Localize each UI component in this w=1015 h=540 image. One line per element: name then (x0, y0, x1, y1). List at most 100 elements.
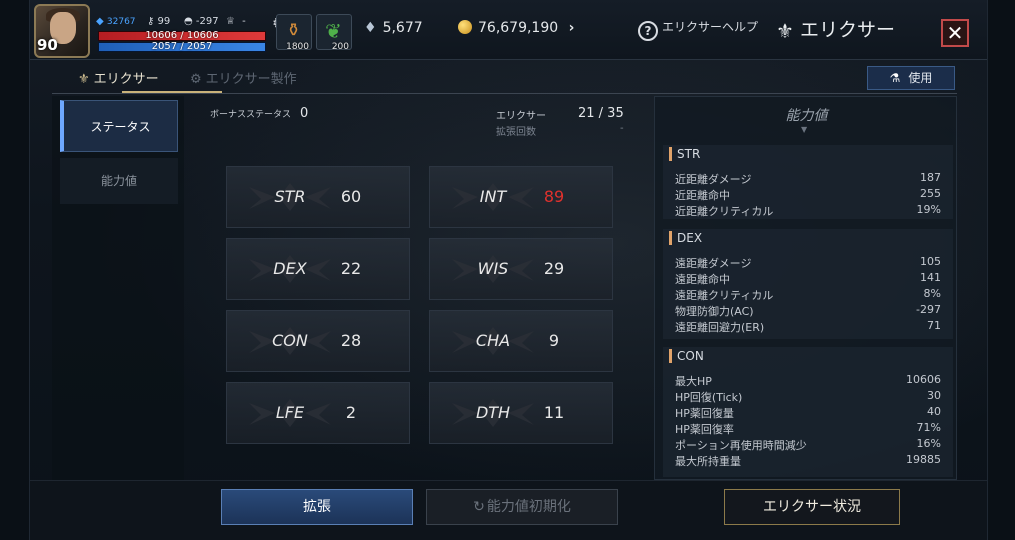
stat-box-wis[interactable]: WIS 29 (429, 238, 613, 300)
ability-value: 16% (916, 437, 941, 450)
stat-name: CHA (475, 331, 511, 350)
bonus-status-value: 0 (300, 106, 309, 121)
combat-power-icon: ◆ (96, 16, 104, 27)
section-title: DEX (669, 231, 702, 245)
flask-icon: ⚗ (889, 71, 901, 85)
left-frame (0, 0, 30, 540)
menu-item-status[interactable]: ステータス (60, 100, 178, 152)
ability-label: HP回復(Tick) (675, 391, 743, 404)
trophy-stat: ♕ - (226, 16, 246, 27)
ability-value: -297 (916, 303, 941, 316)
ability-row: ポーション再使用時間減少 16% (675, 437, 941, 453)
ability-value: 19885 (906, 453, 941, 466)
combat-power: ◆ 32767 (96, 16, 136, 27)
stat-value: 9 (548, 331, 560, 350)
elixir-help[interactable]: ? エリクサーヘルプ (638, 18, 758, 41)
gold-currency[interactable]: 76,679,190 › (458, 20, 574, 36)
character-level: 90 (37, 36, 58, 54)
potion-icon: ⚱ (286, 20, 302, 41)
reset-stats-button[interactable]: ↻ 能力値初期化 (426, 489, 618, 525)
stat-box-int[interactable]: INT 89 (429, 166, 613, 228)
ability-value: 8% (923, 287, 941, 300)
section-title: STR (669, 147, 700, 161)
stat-value: 2 (345, 403, 357, 422)
elixir-count-value: 21 / 35 (578, 106, 624, 121)
ability-value: 71 (927, 319, 941, 332)
page-title-text: エリクサー (799, 19, 895, 41)
expand-button[interactable]: 拡張 (221, 489, 413, 525)
stat-name: STR (274, 187, 306, 206)
mp-text: 2057 / 2057 (151, 41, 213, 52)
expansion-count-label: 拡張回数 (496, 127, 536, 138)
stat-name: WIS (477, 259, 509, 278)
stat-name: LFE (275, 403, 305, 422)
ability-row: 近距離ダメージ 187 (675, 171, 941, 187)
stat-box-con[interactable]: CON 28 (226, 310, 410, 372)
tab-elixir[interactable]: ⚜ エリクサー (78, 68, 159, 87)
menu-item-ability[interactable]: 能力値 (60, 158, 178, 204)
chevron-right-icon[interactable]: › (569, 20, 575, 36)
diamond-amount: 5,677 (382, 20, 423, 36)
ability-row: 最大所持重量 19885 (675, 453, 941, 469)
ability-label: HP薬回復量 (675, 407, 734, 420)
helmet-icon: ◓ (184, 16, 193, 27)
help-label: エリクサーヘルプ (662, 20, 759, 34)
elixir-count-label: エリクサー (496, 111, 546, 122)
stat-value: 22 (340, 259, 362, 278)
ability-row: 最大HP 10606 (675, 373, 941, 389)
stat-box-str[interactable]: STR 60 (226, 166, 410, 228)
helmet-stat: ◓ -297 (184, 16, 219, 27)
ability-row: HP薬回復量 40 (675, 405, 941, 421)
leaf-slot[interactable]: ❦ 200 (316, 14, 352, 52)
leaf-count: 200 (331, 42, 349, 52)
ability-section-con: CON 最大HP 10606 HP回復(Tick) 30 HP薬回復量 40 HP薬回… (663, 347, 953, 477)
close-button[interactable]: ✕ (941, 19, 969, 47)
ability-value: 187 (920, 171, 941, 184)
ability-value: 30 (927, 389, 941, 402)
hp-text: 10606 / 10606 (145, 30, 219, 41)
ability-label: 遠距離命中 (675, 273, 730, 286)
stat-value: 89 (543, 187, 565, 206)
ability-row: 近距離クリティカル 19% (675, 203, 941, 219)
ability-row: 物理防御力(AC) -297 (675, 303, 941, 319)
stat-box-dth[interactable]: DTH 11 (429, 382, 613, 444)
ability-label: 近距離クリティカル (675, 205, 774, 218)
page-title: ⚜ エリクサー (776, 15, 895, 43)
ability-value: 105 (920, 255, 941, 268)
stat-value: 11 (543, 403, 565, 422)
potion-slot[interactable]: ⚱ 1800 (276, 14, 312, 52)
left-menu: ステータス 能力値 (52, 96, 184, 480)
stat-box-lfe[interactable]: LFE 2 (226, 382, 410, 444)
gold-coin-icon (458, 20, 472, 34)
mp-bar: 2057 / 2057 (98, 41, 266, 52)
bottom-bar: 拡張 ↻ 能力値初期化 エリクサー状況 (30, 480, 987, 540)
hp-bar: 10606 / 10606 (98, 30, 266, 41)
trophy-value: - (242, 16, 246, 27)
ability-value: 141 (920, 271, 941, 284)
stat-value: 29 (543, 259, 565, 278)
ability-row: 近距離命中 255 (675, 187, 941, 203)
diamond-currency[interactable]: ♦ 5,677 (364, 20, 423, 36)
use-button[interactable]: ⚗ 使用 (867, 66, 955, 90)
stat-box-cha[interactable]: CHA 9 (429, 310, 613, 372)
leaf-icon: ❦ (325, 19, 342, 43)
ability-label: 最大HP (675, 375, 712, 388)
help-icon: ? (638, 21, 658, 41)
combat-power-value: 32767 (106, 17, 136, 27)
diamond-icon: ♦ (364, 20, 377, 36)
elixir-crest-icon: ⚜ (776, 19, 794, 43)
tab-elixir-craft[interactable]: ⚙ エリクサー製作 (190, 68, 297, 87)
ability-panel[interactable]: 能力値 ▼ STR 近距離ダメージ 187 近距離命中 255 近距離クリティカル 1… (654, 96, 957, 480)
ability-value: 255 (920, 187, 941, 200)
ability-value: 10606 (906, 373, 941, 386)
gold-amount: 76,679,190 (478, 20, 559, 36)
ability-label: 遠距離ダメージ (675, 257, 752, 270)
reset-stats-label: 能力値初期化 (486, 499, 571, 515)
elixir-status-button[interactable]: エリクサー状況 (724, 489, 900, 525)
ability-row: 遠距離命中 141 (675, 271, 941, 287)
stat-value: 28 (340, 331, 362, 350)
bonus-status-label: ボーナスステータス (210, 110, 292, 120)
key-icon: ⚷ (147, 16, 155, 27)
right-frame (987, 0, 1015, 540)
stat-box-dex[interactable]: DEX 22 (226, 238, 410, 300)
